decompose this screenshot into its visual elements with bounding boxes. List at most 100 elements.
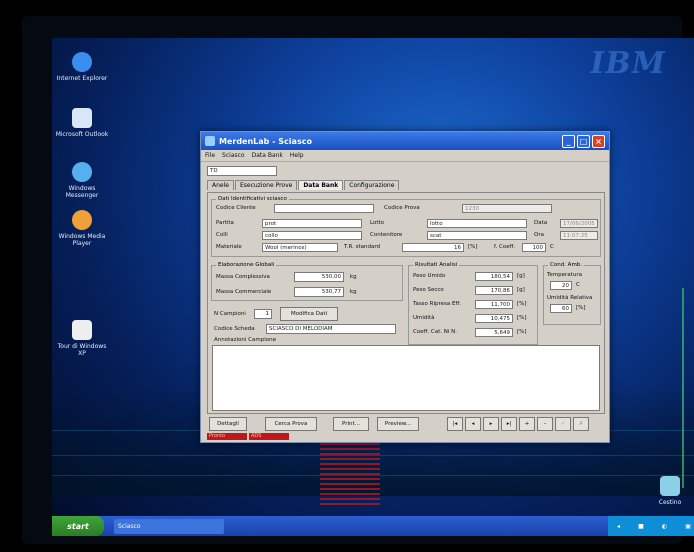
internet-explorer-icon — [72, 52, 92, 72]
coeff-field[interactable]: 100 — [522, 243, 546, 252]
massa-commerciale-unit: kg — [350, 289, 357, 295]
partita-field[interactable]: prot — [262, 219, 362, 228]
ambiente-group: Cond. Amb. Temperatura 20 C Umidità Rela… — [543, 262, 601, 325]
desktop-icon-internet-explorer[interactable]: Internet Explorer — [54, 52, 110, 82]
nav-next-button[interactable]: ▸ — [483, 417, 499, 431]
elaborazione-group-title: Elaborazione Globali — [216, 262, 277, 268]
desktop-icon-tour[interactable]: Tour di Windows XP — [54, 320, 110, 357]
nav-post-button[interactable]: ✓ — [555, 417, 571, 431]
preview-button[interactable]: Preview... — [377, 417, 419, 431]
codice-prova-label: Codice Prova — [384, 205, 420, 211]
desktop-icon-label: Windows Messenger — [65, 185, 99, 199]
menu-sciasco[interactable]: Sciasco — [222, 152, 245, 159]
materiale-field[interactable]: Wool (merinos) — [262, 243, 338, 252]
umidita-label: Umidità Relativa — [547, 295, 593, 301]
tab-configurazione[interactable]: Configurazione — [344, 180, 400, 190]
media-player-icon — [72, 210, 92, 230]
risultato-value[interactable]: 170,86 — [475, 286, 513, 295]
taskbar-item-sciasco[interactable]: Sciasco — [114, 518, 224, 534]
tr-standard-label: T.R. standard — [344, 244, 380, 250]
data-field[interactable]: 17/06/2005 — [560, 219, 598, 228]
tray-network-icon[interactable]: ■ — [638, 523, 644, 530]
desktop-icon-recycle-bin[interactable]: Cestino — [642, 476, 694, 506]
risultati-group-title: Risultati Analisi — [413, 262, 460, 268]
dettagli-button[interactable]: Dettagli — [209, 417, 247, 431]
nav-last-button[interactable]: ▸| — [501, 417, 517, 431]
tr-standard-field[interactable]: 16 — [402, 243, 464, 252]
nav-delete-button[interactable]: – — [537, 417, 553, 431]
ora-field[interactable]: 11:07:25 — [560, 231, 598, 240]
tray-display-icon[interactable]: ▣ — [685, 523, 691, 530]
close-button[interactable]: × — [592, 134, 605, 148]
contenitore-field[interactable]: scat — [427, 231, 527, 240]
tray-volume-icon[interactable]: ◐ — [662, 523, 667, 530]
risultato-value[interactable]: 10,475 — [475, 314, 513, 323]
taskbar: start Sciasco ◂ ■ ◐ ▣ — [52, 516, 694, 536]
desktop-icon-label: Windows Media Player — [58, 233, 106, 247]
ora-label: Ora — [534, 232, 544, 238]
recycle-bin-icon — [660, 476, 680, 496]
desktop-icon-outlook[interactable]: Microsoft Outlook — [54, 108, 110, 138]
massa-commerciale-label: Massa Commerciale — [216, 289, 272, 295]
umidita-field[interactable]: 60 — [550, 304, 572, 313]
tr-unit: [%] — [468, 244, 478, 250]
risultato-value[interactable]: 5,649 — [475, 328, 513, 337]
desktop: IBM Internet Explorer Microsoft Outlook … — [52, 38, 694, 536]
cerca-prova-button[interactable]: Cerca Prova — [265, 417, 317, 431]
risultato-label: Coeff. Cat. Ni N. — [413, 329, 457, 335]
n-campioni-field[interactable]: 1 — [254, 309, 272, 319]
nav-prev-button[interactable]: ◂ — [465, 417, 481, 431]
risultato-unit: [g] — [517, 273, 525, 279]
desktop-icon-label: Internet Explorer — [56, 75, 108, 82]
menu-bar: File Sciasco Data Bank Help — [201, 150, 609, 162]
risultato-label: Umidità — [413, 315, 435, 321]
nav-first-button[interactable]: |◂ — [447, 417, 463, 431]
bottom-toolbar: Dettagli Cerca Prova Print... Preview...… — [207, 416, 605, 432]
menu-data-bank[interactable]: Data Bank — [252, 152, 283, 159]
record-code-input[interactable]: TD — [207, 166, 277, 176]
massa-complessiva-label: Massa Complessiva — [216, 274, 270, 280]
nav-cancel-button[interactable]: ✗ — [573, 417, 589, 431]
minimize-button[interactable]: _ — [562, 134, 575, 148]
temperatura-field[interactable]: 20 — [550, 281, 572, 290]
title-bar[interactable]: MerdenLab - Sciasco _ □ × — [201, 132, 609, 150]
app-window: MerdenLab - Sciasco _ □ × File Sciasco D… — [200, 131, 610, 443]
codice-scheda-field[interactable]: SCIASCO DI MELODIAM — [266, 324, 396, 334]
tab-data-bank[interactable]: Data Bank — [298, 180, 344, 190]
modifica-dati-button[interactable]: Modifica Dati — [280, 307, 338, 321]
codice-scheda-label: Codice Scheda — [214, 326, 255, 332]
nav-add-button[interactable]: + — [519, 417, 535, 431]
menu-file[interactable]: File — [205, 152, 215, 159]
start-button[interactable]: start — [52, 516, 104, 536]
coeff-label: f. Coeff. — [494, 244, 516, 250]
desktop-icon-media-player[interactable]: Windows Media Player — [54, 210, 110, 247]
maximize-button[interactable]: □ — [577, 134, 590, 148]
risultato-value[interactable]: 180,54 — [475, 272, 513, 281]
risultato-unit: [%] — [517, 329, 527, 335]
tab-anele[interactable]: Anele — [207, 180, 234, 190]
n-campioni-label: N Campioni — [214, 311, 246, 317]
tab-esecuzione-prove[interactable]: Esecuzione Prove — [234, 180, 298, 190]
massa-complessiva-field[interactable]: 530,00 — [294, 272, 344, 282]
messenger-icon — [72, 162, 92, 182]
codice-prova-field[interactable]: 1230 — [462, 204, 552, 213]
desktop-icon-messenger[interactable]: Windows Messenger — [54, 162, 110, 199]
risultato-value[interactable]: 11,700 — [475, 300, 513, 309]
menu-help[interactable]: Help — [290, 152, 304, 159]
contenitore-label: Contenitore — [370, 232, 403, 238]
risultato-unit: [%] — [517, 315, 527, 321]
risultato-label: Peso Umido — [413, 273, 446, 279]
print-button[interactable]: Print... — [333, 417, 369, 431]
massa-complessiva-unit: kg — [350, 274, 357, 280]
temperatura-label: Temperatura — [547, 272, 582, 278]
massa-commerciale-field[interactable]: 530,77 — [294, 287, 344, 297]
colli-field[interactable]: collo — [262, 231, 362, 240]
window-title: MerdenLab - Sciasco — [219, 136, 312, 146]
tab-strip: Anele Esecuzione Prove Data Bank Configu… — [207, 180, 400, 190]
annotazioni-textarea[interactable] — [212, 345, 600, 411]
app-icon — [205, 136, 215, 146]
lotto-field[interactable]: lotto — [427, 219, 527, 228]
codice-cliente-field[interactable] — [274, 204, 374, 213]
lotto-label: Lotto — [370, 220, 385, 226]
tray-expand-icon[interactable]: ◂ — [617, 523, 620, 530]
